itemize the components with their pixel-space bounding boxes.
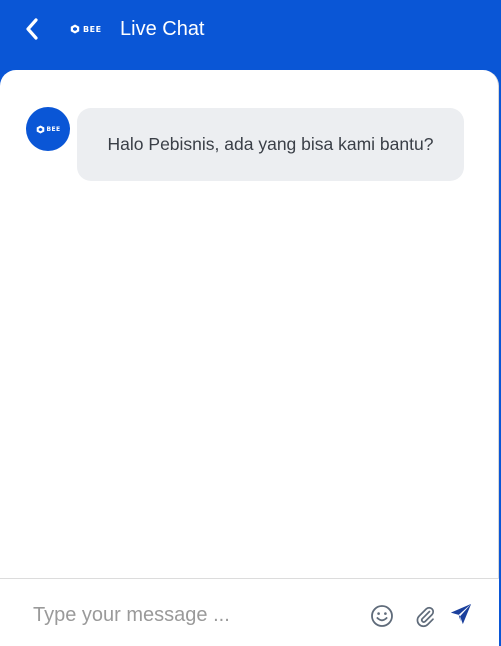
brand-logo: BEE [70,22,102,36]
chevron-left-icon [26,18,38,40]
live-chat-window: BEE Live Chat BEE Halo Pebisnis, ada yan… [0,0,501,646]
message-bubble: Halo Pebisnis, ada yang bisa kami bantu? [77,108,464,181]
chat-header: BEE Live Chat [0,0,501,70]
hexagon-logo-icon [36,124,44,134]
smiley-icon [371,605,393,627]
message-composer [0,578,499,646]
paperclip-icon [416,606,435,628]
send-button[interactable] [449,602,473,626]
chat-panel: BEE Halo Pebisnis, ada yang bisa kami ba… [0,70,499,646]
page-title: Live Chat [120,18,205,40]
message-input[interactable] [33,600,343,630]
avatar-text: BEE [46,125,61,133]
paper-plane-icon [450,603,472,625]
emoji-button[interactable] [370,604,394,628]
hexagon-logo-icon [70,24,80,34]
brand-logo-text: BEE [83,24,102,34]
avatar: BEE [26,107,70,151]
back-button[interactable] [22,17,44,41]
attach-button[interactable] [413,604,437,628]
